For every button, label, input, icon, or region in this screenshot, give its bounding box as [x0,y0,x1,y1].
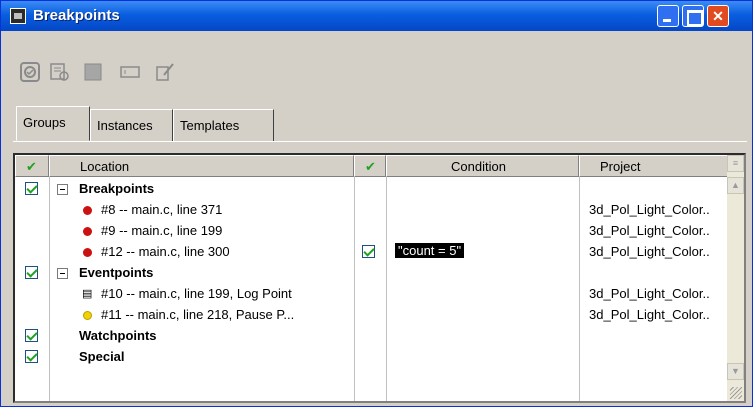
table-row[interactable]: #9 -- main.c, line 199 3d_Pol_Light_Colo… [15,221,730,241]
window-title: Breakpoints [33,7,120,24]
project-column-header[interactable]: Project [579,155,731,177]
breakpoint-icon [83,227,92,236]
scroll-header-corner: ≡ [727,155,744,172]
enabled-column-header[interactable]: ✔ [15,155,49,177]
condition-value[interactable]: "count = 5" [395,243,465,258]
group-row-eventpoints[interactable]: Eventpoints [15,263,730,283]
breakpoints-grid[interactable]: ✔ Location ✔ Condition Project Breakpoin… [13,153,746,403]
condition-enabled-column-header[interactable]: ✔ [354,155,386,177]
delete-icon[interactable] [82,61,104,83]
group-row-special[interactable]: Special [15,347,730,367]
check-icon: ✔ [365,159,376,174]
group-enabled-checkbox[interactable] [25,329,38,342]
tab-panel-divider [13,141,747,142]
table-row[interactable]: #11 -- main.c, line 218, Pause P... 3d_P… [15,305,730,325]
edit-icon[interactable] [154,61,176,83]
group-enabled-checkbox[interactable] [25,182,38,195]
view-source-icon[interactable] [49,61,71,83]
maximize-button[interactable] [682,5,704,27]
pause-point-icon [83,311,92,320]
breakpoints-window: Breakpoints ✕ Groups Instances Templates… [0,0,753,407]
group-row-breakpoints[interactable]: Breakpoints [15,179,730,199]
collapse-icon[interactable] [57,268,68,279]
breakpoint-icon [83,248,92,257]
window-icon[interactable] [10,8,26,24]
scroll-down-button[interactable]: ▼ [727,363,744,380]
location-column-header[interactable]: Location [49,155,354,177]
tab-instances[interactable]: Instances [90,109,173,141]
title-bar[interactable]: Breakpoints ✕ [1,1,752,31]
table-row[interactable]: ▤ #10 -- main.c, line 199, Log Point 3d_… [15,284,730,304]
check-icon: ✔ [26,159,37,174]
table-row[interactable]: #12 -- main.c, line 300 "count = 5" 3d_P… [15,242,730,262]
properties-icon[interactable] [119,61,141,83]
group-enabled-checkbox[interactable] [25,266,38,279]
table-row[interactable]: #8 -- main.c, line 371 3d_Pol_Light_Colo… [15,200,730,220]
close-button[interactable]: ✕ [707,5,729,27]
vertical-scrollbar[interactable]: ≡ ▲ ▼ [727,155,744,401]
tab-templates[interactable]: Templates [173,109,274,141]
tab-groups[interactable]: Groups [16,106,90,141]
resize-grip-icon[interactable] [730,387,742,399]
group-row-watchpoints[interactable]: Watchpoints [15,326,730,346]
log-point-icon: ▤ [82,288,93,300]
group-enabled-checkbox[interactable] [25,350,38,363]
breakpoint-icon [83,206,92,215]
minimize-button[interactable] [657,5,679,27]
enable-icon[interactable] [19,61,41,83]
scroll-up-button[interactable]: ▲ [727,177,744,194]
collapse-icon[interactable] [57,184,68,195]
condition-column-header[interactable]: Condition [386,155,579,177]
condition-enabled-checkbox[interactable] [362,245,375,258]
